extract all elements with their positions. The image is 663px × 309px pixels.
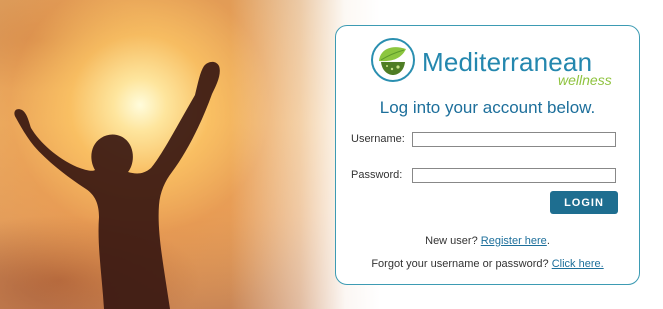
register-suffix: .: [546, 235, 550, 247]
forgot-text: Forgot your username or password?: [371, 258, 549, 270]
brand-logo: Mediterranean wellness: [371, 38, 612, 88]
leaf-bowl-icon: [371, 38, 415, 82]
login-page: Mediterranean wellness Log into your acc…: [0, 0, 663, 309]
login-panel: Mediterranean wellness Log into your acc…: [335, 25, 640, 285]
new-user-text: New user?: [425, 235, 478, 247]
username-input[interactable]: [412, 132, 616, 147]
forgot-line: Forgot your username or password? Click …: [336, 258, 639, 270]
click-here-link[interactable]: Click here.: [552, 258, 604, 270]
brand-tagline: wellness: [558, 72, 612, 88]
login-button[interactable]: LOGIN: [550, 191, 618, 214]
register-link[interactable]: Register here: [481, 235, 547, 247]
login-heading: Log into your account below.: [379, 98, 596, 117]
new-user-line: New user? Register here.: [336, 235, 639, 247]
username-label: Username:: [351, 133, 405, 145]
password-input[interactable]: [412, 168, 616, 183]
password-label: Password:: [351, 169, 403, 181]
